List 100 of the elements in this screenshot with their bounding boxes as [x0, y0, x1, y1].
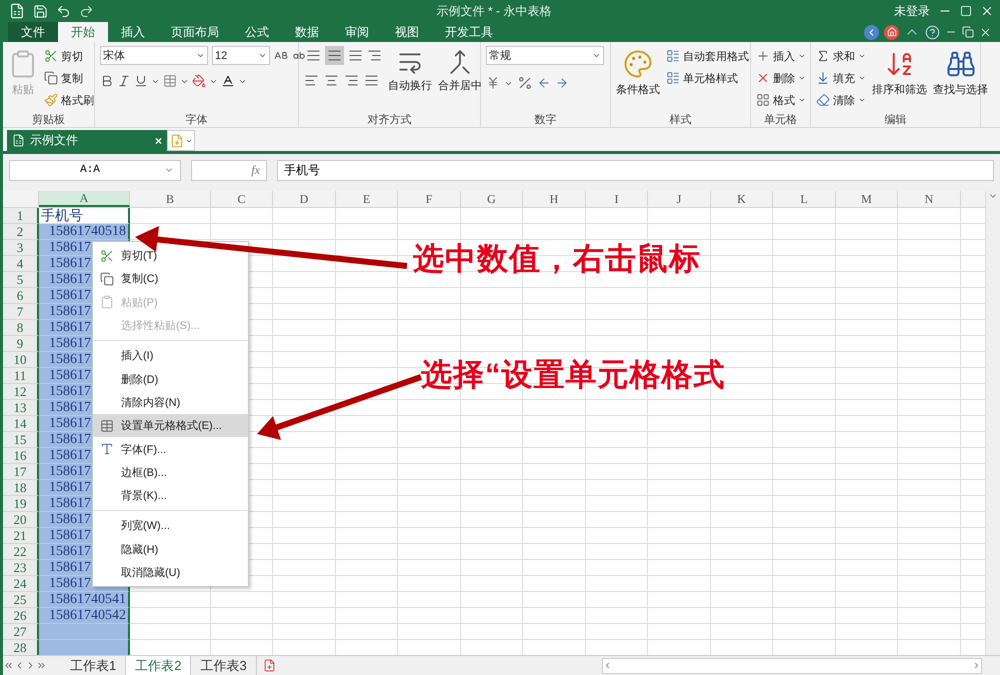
- vertical-align-button[interactable]: [325, 46, 344, 65]
- row-header[interactable]: 19: [3, 496, 39, 512]
- row-header[interactable]: 10: [3, 352, 39, 368]
- menu-item[interactable]: 设置单元格格式(E)...: [93, 414, 248, 438]
- ribbon-button[interactable]: 格式: [756, 90, 806, 110]
- row-header[interactable]: 12: [3, 384, 39, 400]
- save-icon[interactable]: [33, 4, 48, 18]
- row-header[interactable]: 25: [3, 592, 39, 608]
- formula-input[interactable]: 手机号: [277, 160, 994, 180]
- name-box[interactable]: A:A: [9, 160, 181, 180]
- fill-color-icon[interactable]: [192, 74, 206, 88]
- help-icon[interactable]: [925, 24, 940, 40]
- file-tab[interactable]: 文件: [8, 22, 58, 42]
- row-header[interactable]: 8: [3, 320, 39, 336]
- row-header[interactable]: 2: [3, 224, 39, 240]
- row-header[interactable]: 28: [3, 640, 39, 655]
- sort-filter-button[interactable]: 排序和筛选: [872, 46, 927, 112]
- restore-icon[interactable]: [962, 26, 974, 38]
- align-right-icon[interactable]: [344, 73, 359, 88]
- wrap-text-button[interactable]: 自动换行: [388, 46, 432, 112]
- function-button[interactable]: fx: [191, 160, 267, 180]
- login-status[interactable]: 未登录: [894, 2, 930, 20]
- row-header[interactable]: 17: [3, 464, 39, 480]
- scroll-right-icon[interactable]: [972, 661, 981, 670]
- ribbon-button[interactable]: 自动套用格式: [666, 46, 749, 66]
- ribbon-button[interactable]: 删除: [756, 68, 806, 88]
- ribbon-tab[interactable]: 数据: [282, 22, 332, 42]
- row-header[interactable]: 27: [3, 624, 39, 640]
- row-header[interactable]: 9: [3, 336, 39, 352]
- number-format-select[interactable]: 常规: [486, 46, 604, 65]
- row-header[interactable]: 6: [3, 288, 39, 304]
- row-header[interactable]: 3: [3, 240, 39, 256]
- last-sheet-icon[interactable]: [36, 660, 47, 671]
- back-icon[interactable]: [864, 24, 879, 40]
- row-header[interactable]: 5: [3, 272, 39, 288]
- home-icon[interactable]: [884, 24, 899, 40]
- row-header[interactable]: 14: [3, 416, 39, 432]
- row-header[interactable]: 20: [3, 512, 39, 528]
- sheet-tab[interactable]: 工作表3: [191, 656, 257, 675]
- caret-icon: [592, 51, 601, 60]
- underline-icon[interactable]: [134, 74, 148, 88]
- paintbrush-icon: [44, 93, 58, 107]
- undo-icon[interactable]: [56, 4, 71, 18]
- copy-icon: [44, 71, 58, 85]
- vertical-scrollbar[interactable]: [985, 191, 1000, 655]
- font-size-select[interactable]: 12: [212, 46, 270, 65]
- merge-center-button[interactable]: 合并居中: [438, 46, 482, 112]
- ribbon-button[interactable]: 插入: [756, 46, 806, 66]
- borders-icon[interactable]: [163, 74, 177, 88]
- row-header[interactable]: 13: [3, 400, 39, 416]
- row-header[interactable]: 26: [3, 608, 39, 624]
- row-header[interactable]: 4: [3, 256, 39, 272]
- row-header[interactable]: 22: [3, 544, 39, 560]
- ribbon-button[interactable]: 求和: [816, 46, 866, 66]
- ribbon-button[interactable]: 复制: [44, 68, 94, 88]
- row-header[interactable]: 21: [3, 528, 39, 544]
- row-header[interactable]: 24: [3, 576, 39, 592]
- row-header[interactable]: 16: [3, 448, 39, 464]
- row-header[interactable]: 18: [3, 480, 39, 496]
- close-tab-button[interactable]: ×: [154, 134, 162, 148]
- row-header[interactable]: 23: [3, 560, 39, 576]
- currency-icon[interactable]: [486, 76, 500, 90]
- ribbon-tab[interactable]: 视图: [382, 22, 432, 42]
- document-tab[interactable]: 示例文件 ×: [7, 130, 167, 151]
- font-color-icon[interactable]: [221, 74, 235, 88]
- italic-icon[interactable]: [117, 74, 131, 88]
- add-sheet-icon[interactable]: [262, 659, 276, 672]
- close-icon[interactable]: [980, 4, 994, 18]
- align-left-icon[interactable]: [304, 73, 319, 88]
- row-header[interactable]: 15: [3, 432, 39, 448]
- annotation-text: 选择“设置单元格格式: [421, 356, 726, 394]
- first-sheet-icon[interactable]: [3, 660, 14, 671]
- row-header[interactable]: 11: [3, 368, 39, 384]
- find-select-button[interactable]: 查找与选择: [933, 46, 988, 112]
- scroll-left-icon[interactable]: [603, 661, 612, 670]
- percent-icon[interactable]: [517, 75, 533, 91]
- align-center-icon[interactable]: [324, 73, 339, 88]
- horizontal-scrollbar[interactable]: [602, 658, 982, 674]
- ribbon-button[interactable]: 单元格样式: [666, 68, 749, 88]
- ribbon-tab[interactable]: 开发工具: [432, 22, 506, 42]
- row-header[interactable]: 1: [3, 208, 39, 224]
- redo-icon[interactable]: [79, 4, 94, 18]
- font-name-select[interactable]: 宋体: [100, 46, 208, 65]
- ribbon-button[interactable]: 剪切: [44, 46, 94, 66]
- ribbon-tab[interactable]: 页面布局: [158, 22, 232, 42]
- ribbon-tab[interactable]: 开始: [58, 22, 108, 42]
- row-header[interactable]: 7: [3, 304, 39, 320]
- ribbon-button[interactable]: 填充: [816, 68, 866, 88]
- conditional-format-button[interactable]: 条件格式: [616, 46, 660, 112]
- sheet-tab[interactable]: 工作表2: [126, 656, 192, 675]
- column-header[interactable]: A: [39, 191, 130, 207]
- ribbon-tab[interactable]: 公式: [232, 22, 282, 42]
- ribbon-button[interactable]: 格式刷: [44, 90, 94, 110]
- ribbon-tab[interactable]: 审阅: [332, 22, 382, 42]
- caret-icon: [858, 52, 866, 60]
- ribbon-button[interactable]: 清除: [816, 90, 866, 110]
- maximize-icon[interactable]: [960, 5, 972, 17]
- ribbon-tab[interactable]: 插入: [108, 22, 158, 42]
- letter-icon: [100, 442, 114, 456]
- bold-icon[interactable]: [100, 74, 114, 88]
